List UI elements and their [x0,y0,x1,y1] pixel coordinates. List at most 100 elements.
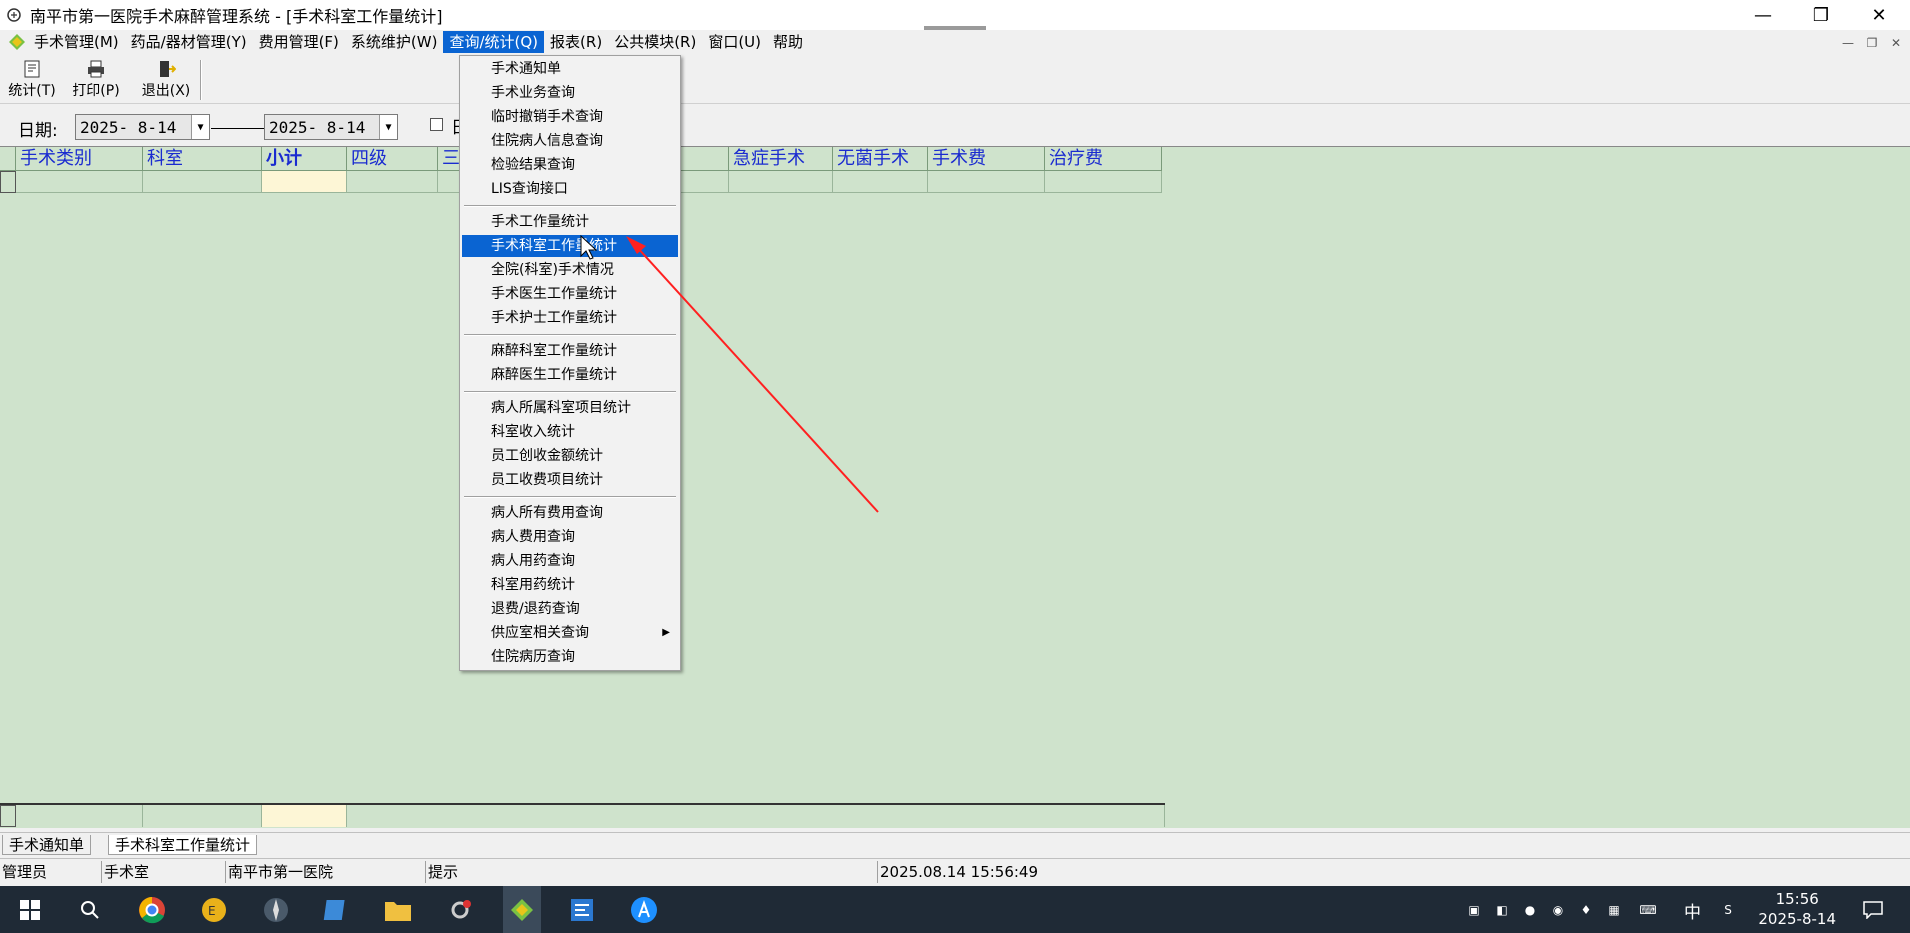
chrome-icon[interactable] [136,894,168,926]
column-header[interactable]: 急症手术 [729,147,833,171]
menu-fees[interactable]: 费用管理(F) [253,31,345,53]
app-icon [4,5,24,25]
mdi-restore-button[interactable]: ❐ [1862,34,1882,52]
surgery-system-taskbar-icon[interactable] [503,886,541,933]
tab-surgery-notice[interactable]: 手术通知单 [2,835,92,855]
tray-app-icon[interactable]: ◉ [1548,900,1568,920]
minimize-button[interactable]: — [1736,0,1790,30]
notification-icon[interactable] [1860,900,1886,920]
table-cell[interactable] [347,171,438,193]
tray-sogou-icon[interactable]: S [1718,900,1738,920]
data-grid[interactable]: 手术类别 科室 小计 四级 三 急症手术 无菌手术 手术费 治疗费 [0,146,1910,828]
mdi-minimize-button[interactable]: — [1838,34,1858,52]
column-header[interactable]: 无菌手术 [833,147,928,171]
close-button[interactable]: ✕ [1852,0,1906,30]
menu-item-staff-charge-items[interactable]: 员工收费项目统计 [462,469,678,491]
menu-item-anesthesiologist-workload[interactable]: 麻醉医生工作量统计 [462,364,678,386]
menu-item-temp-cancel-query[interactable]: 临时撤销手术查询 [462,106,678,128]
menu-separator [464,334,676,336]
date-to-picker[interactable]: 2025- 8-14 ▼ [264,114,398,140]
menu-item-patient-fees[interactable]: 病人费用查询 [462,526,678,548]
tray-flame-icon[interactable]: ♦ [1576,900,1596,920]
menu-item-patient-all-fees[interactable]: 病人所有费用查询 [462,502,678,524]
column-header[interactable]: 手术类别 [16,147,143,171]
keyboard-icon[interactable]: ⌨ [1634,900,1662,920]
menu-item-patient-dept-items[interactable]: 病人所属科室项目统计 [462,397,678,419]
menu-item-supply-room-query[interactable]: 供应室相关查询 ▶ [462,622,678,644]
print-button[interactable]: 打印(P) [70,58,122,102]
column-header[interactable]: 科室 [143,147,262,171]
grid-footer [0,803,1165,827]
system-clock[interactable]: 15:56 2025-8-14 [1758,889,1836,929]
search-icon[interactable] [74,894,106,926]
menu-item-lab-result-query[interactable]: 检验结果查询 [462,154,678,176]
menu-item-surgery-workload[interactable]: 手术工作量统计 [462,211,678,233]
column-header[interactable]: 治疗费 [1045,147,1162,171]
dropdown-arrow-icon[interactable]: ▼ [191,115,209,139]
mdi-close-button[interactable]: ✕ [1886,34,1906,52]
menu-item-staff-revenue[interactable]: 员工创收金额统计 [462,445,678,467]
tray-app-icon[interactable]: ▣ [1464,900,1484,920]
menu-item-anesthesia-dept-workload[interactable]: 麻醉科室工作量统计 [462,340,678,362]
row-indicator[interactable] [0,171,16,193]
tray-app-icon[interactable]: ◧ [1492,900,1512,920]
footer-cell [262,805,347,827]
table-cell[interactable] [262,171,347,193]
table-cell[interactable] [729,171,833,193]
menu-drugs[interactable]: 药品/器材管理(Y) [125,31,253,53]
footer-indicator [0,805,16,827]
menu-item-inpatient-info-query[interactable]: 住院病人信息查询 [462,130,678,152]
exit-button[interactable]: 退出(X) [138,58,194,102]
table-cell[interactable] [143,171,262,193]
menu-item-inpatient-record-query[interactable]: 住院病历查询 [462,646,678,668]
submenu-arrow-icon: ▶ [662,627,670,638]
app-window-icon[interactable] [566,894,598,926]
column-header[interactable]: 手术费 [928,147,1045,171]
menu-item-nurse-workload[interactable]: 手术护士工作量统计 [462,307,678,329]
menu-item-lis-interface[interactable]: LIS查询接口 [462,178,678,200]
menu-item-dept-medication[interactable]: 科室用药统计 [462,574,678,596]
menu-surgery[interactable]: 手术管理(M) [28,31,125,53]
restore-button[interactable]: ❐ [1794,0,1848,30]
tray-app-icon[interactable]: ● [1520,900,1540,920]
svg-text:E: E [208,904,216,918]
menu-system[interactable]: 系统维护(W) [345,31,444,53]
menu-public[interactable]: 公共模块(R) [608,31,702,53]
column-header[interactable]: 小计 [262,147,347,171]
table-cell[interactable] [928,171,1045,193]
column-header[interactable]: 四级 [347,147,438,171]
tray-app-icon[interactable]: ▦ [1604,900,1624,920]
app-store-icon[interactable] [628,894,660,926]
menu-item-surgery-business-query[interactable]: 手术业务查询 [462,82,678,104]
menu-item-hospital-surgery-overview[interactable]: 全院(科室)手术情况 [462,259,678,281]
dropdown-arrow-icon[interactable]: ▼ [379,115,397,139]
footer-cell [347,805,1165,827]
app-compass-icon[interactable] [260,894,292,926]
menu-item-surgery-notice[interactable]: 手术通知单 [462,58,678,80]
tab-dept-surgery-workload[interactable]: 手术科室工作量统计 [108,835,258,855]
table-cell[interactable] [1045,171,1162,193]
window-title: 南平市第一医院手术麻醉管理系统 - [手术科室工作量统计] [30,7,443,26]
day-checkbox[interactable] [430,118,443,131]
windows-start-icon[interactable] [14,894,46,926]
menu-item-patient-medication[interactable]: 病人用药查询 [462,550,678,572]
menu-item-refund-query[interactable]: 退费/退药查询 [462,598,678,620]
menu-reports[interactable]: 报表(R) [544,31,608,53]
date-from-picker[interactable]: 2025- 8-14 ▼ [75,114,210,140]
stat-button[interactable]: 统计(T) [6,58,58,102]
query-menu-dropdown: 手术通知单 手术业务查询 临时撤销手术查询 住院病人信息查询 检验结果查询 LI… [459,55,681,671]
folder-icon[interactable] [382,894,414,926]
table-cell[interactable] [16,171,143,193]
ime-indicator[interactable]: 中 [1684,898,1701,923]
settings-tool-icon[interactable] [444,894,476,926]
menu-item-surgeon-workload[interactable]: 手术医生工作量统计 [462,283,678,305]
menu-window[interactable]: 窗口(U) [702,31,767,53]
menu-help[interactable]: 帮助 [767,31,809,53]
menu-item-dept-income[interactable]: 科室收入统计 [462,421,678,443]
menu-item-dept-surgery-workload[interactable]: 手术科室工作量统计 [462,235,678,257]
row-indicator-header [0,147,16,171]
app-book-icon[interactable] [320,894,352,926]
menu-query[interactable]: 查询/统计(Q) [443,31,545,53]
table-cell[interactable] [833,171,928,193]
app-yellow-icon[interactable]: E [198,894,230,926]
